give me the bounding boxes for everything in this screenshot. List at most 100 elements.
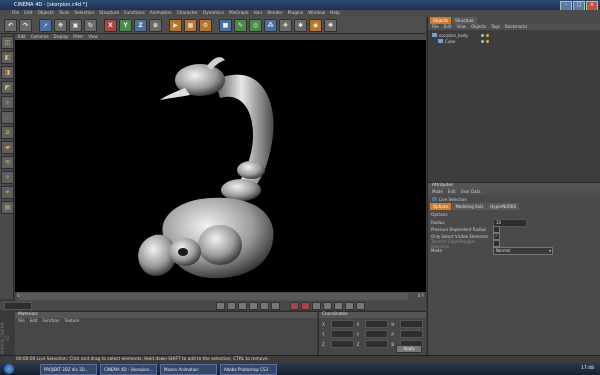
tag-icon[interactable] <box>486 33 489 37</box>
taskbar-item[interactable]: Adobe Photoshop CS3 <box>220 363 277 375</box>
play-icon[interactable] <box>249 301 258 310</box>
y-axis-button[interactable]: Y <box>119 18 132 32</box>
coord-rot-h-field[interactable] <box>400 320 424 328</box>
object-row[interactable]: Cube <box>428 38 600 44</box>
timeline-track[interactable] <box>19 293 408 300</box>
menu-character[interactable]: Character <box>177 10 198 17</box>
go-to-end-icon[interactable] <box>271 301 280 310</box>
taskbar-item[interactable]: Maxon Animation <box>160 363 217 375</box>
deformer-icon[interactable]: ❖ <box>279 18 292 32</box>
render-picture-viewer-icon[interactable]: ▦ <box>184 18 197 32</box>
tab-modeling-axis[interactable]: Modeling Axis <box>452 203 487 210</box>
edges-mode-icon[interactable]: ⧄ <box>1 126 14 139</box>
tab-objects[interactable]: Objects <box>430 17 452 24</box>
array-icon[interactable]: ⁂ <box>264 18 277 32</box>
coord-pos-z-field[interactable] <box>330 340 354 348</box>
materials-menu-function[interactable]: Function <box>42 318 59 324</box>
menu-animation[interactable]: Animation <box>150 10 172 17</box>
spline-pen-icon[interactable]: ✎ <box>234 18 247 32</box>
light-icon[interactable]: ✺ <box>324 18 337 32</box>
coord-size-y-field[interactable] <box>365 330 389 338</box>
render-settings-icon[interactable]: ⚙ <box>199 18 212 32</box>
nurbs-icon[interactable]: ◎ <box>249 18 262 32</box>
3d-viewport[interactable] <box>15 40 426 292</box>
menu-help[interactable]: Help <box>330 10 340 17</box>
coord-pos-y-field[interactable] <box>330 330 354 338</box>
tab-hypernurbs[interactable]: HyperNURBS <box>487 203 520 210</box>
render-view-icon[interactable]: ▶ <box>169 18 182 32</box>
coord-size-x-field[interactable] <box>365 320 389 328</box>
objects-menu-edit[interactable]: Edit <box>444 24 452 30</box>
menu-functions[interactable]: Functions <box>124 10 145 17</box>
menu-window[interactable]: Window <box>308 10 325 17</box>
menu-hair[interactable]: Hair <box>254 10 263 17</box>
redo-icon[interactable]: ↷ <box>19 18 32 32</box>
coordinate-system-icon[interactable]: ⊕ <box>149 18 162 32</box>
start-button-icon[interactable] <box>4 364 14 374</box>
menu-mograph[interactable]: MoGraph <box>229 10 249 17</box>
menu-tools[interactable]: Tools <box>59 10 70 17</box>
mode-select[interactable]: Normal <box>493 246 553 255</box>
objects-menu-bookmarks[interactable]: Bookmarks <box>505 24 527 30</box>
param-key-icon[interactable] <box>356 301 365 310</box>
objects-menu-file[interactable]: File <box>432 24 439 30</box>
tweak-mode-icon[interactable]: ✧ <box>1 171 14 184</box>
next-key-icon[interactable] <box>260 301 269 310</box>
animation-mode-icon[interactable]: ⟲ <box>1 156 14 169</box>
menu-structure[interactable]: Structure <box>99 10 119 17</box>
scene-icon[interactable]: ✱ <box>294 18 307 32</box>
scale-icon[interactable]: ▣ <box>69 18 82 32</box>
attributes-menu-mode[interactable]: Mode <box>432 189 443 195</box>
menu-objects[interactable]: Objects <box>38 10 54 17</box>
tab-structure[interactable]: Structure <box>452 17 477 24</box>
previous-key-icon[interactable] <box>227 301 236 310</box>
pressure-checkbox[interactable] <box>493 226 500 233</box>
model-mode-icon[interactable]: ◧ <box>1 51 14 64</box>
menu-file[interactable]: File <box>12 10 19 17</box>
z-axis-button[interactable]: Z <box>134 18 147 32</box>
position-key-icon[interactable] <box>323 301 332 310</box>
rotate-icon[interactable]: ↻ <box>84 18 97 32</box>
cube-object-icon[interactable]: ■ <box>219 18 232 32</box>
current-frame-field[interactable] <box>4 301 32 310</box>
undo-icon[interactable]: ↶ <box>4 18 17 32</box>
menu-dynamics[interactable]: Dynamics <box>203 10 224 17</box>
taskbar-item[interactable]: PROJEKT 3DZ dia 3D... <box>40 363 97 375</box>
camera-icon[interactable]: ◉ <box>309 18 322 32</box>
scale-key-icon[interactable] <box>345 301 354 310</box>
visibility-dot-icon[interactable] <box>481 39 484 43</box>
axis-mode-icon[interactable]: ⊹ <box>1 96 14 109</box>
tab-options[interactable]: Options <box>430 203 452 210</box>
snap-icon[interactable]: ⌖ <box>1 186 14 199</box>
play-backwards-icon[interactable] <box>238 301 247 310</box>
attributes-menu-edit[interactable]: Edit <box>448 189 456 195</box>
live-selection-icon[interactable]: ➚ <box>39 18 52 32</box>
record-icon[interactable] <box>290 301 299 310</box>
attributes-menu-user-data[interactable]: User Data <box>461 189 481 195</box>
coord-size-z-field[interactable] <box>365 340 389 348</box>
taskbar-item[interactable]: CINEMA 4D - [skorpion... <box>100 363 157 375</box>
material-tag-icon[interactable] <box>486 39 489 43</box>
apply-button[interactable]: Apply <box>396 345 422 353</box>
x-axis-button[interactable]: X <box>104 18 117 32</box>
keyframe-selection-icon[interactable] <box>312 301 321 310</box>
materials-menu-file[interactable]: File <box>18 318 25 324</box>
points-mode-icon[interactable]: ⋰ <box>1 111 14 124</box>
materials-menu-edit[interactable]: Edit <box>30 318 38 324</box>
texture-mode-icon[interactable]: ◩ <box>1 81 14 94</box>
rotation-key-icon[interactable] <box>334 301 343 310</box>
coord-pos-x-field[interactable] <box>330 320 354 328</box>
coord-rot-p-field[interactable] <box>400 330 424 338</box>
autokey-icon[interactable] <box>301 301 310 310</box>
go-to-start-icon[interactable] <box>216 301 225 310</box>
menu-render[interactable]: Render <box>267 10 282 17</box>
objects-menu-tags[interactable]: Tags <box>491 24 500 30</box>
menu-edit[interactable]: Edit <box>24 10 32 17</box>
make-editable-icon[interactable]: ◫ <box>1 36 14 49</box>
object-mode-icon[interactable]: ◨ <box>1 66 14 79</box>
materials-menu-texture[interactable]: Texture <box>64 318 79 324</box>
visible-only-checkbox[interactable]: ✓ <box>493 233 500 240</box>
objects-menu-view[interactable]: View <box>456 24 466 30</box>
workplane-icon[interactable]: ▤ <box>1 201 14 214</box>
objects-menu-objects[interactable]: Objects <box>471 24 486 30</box>
